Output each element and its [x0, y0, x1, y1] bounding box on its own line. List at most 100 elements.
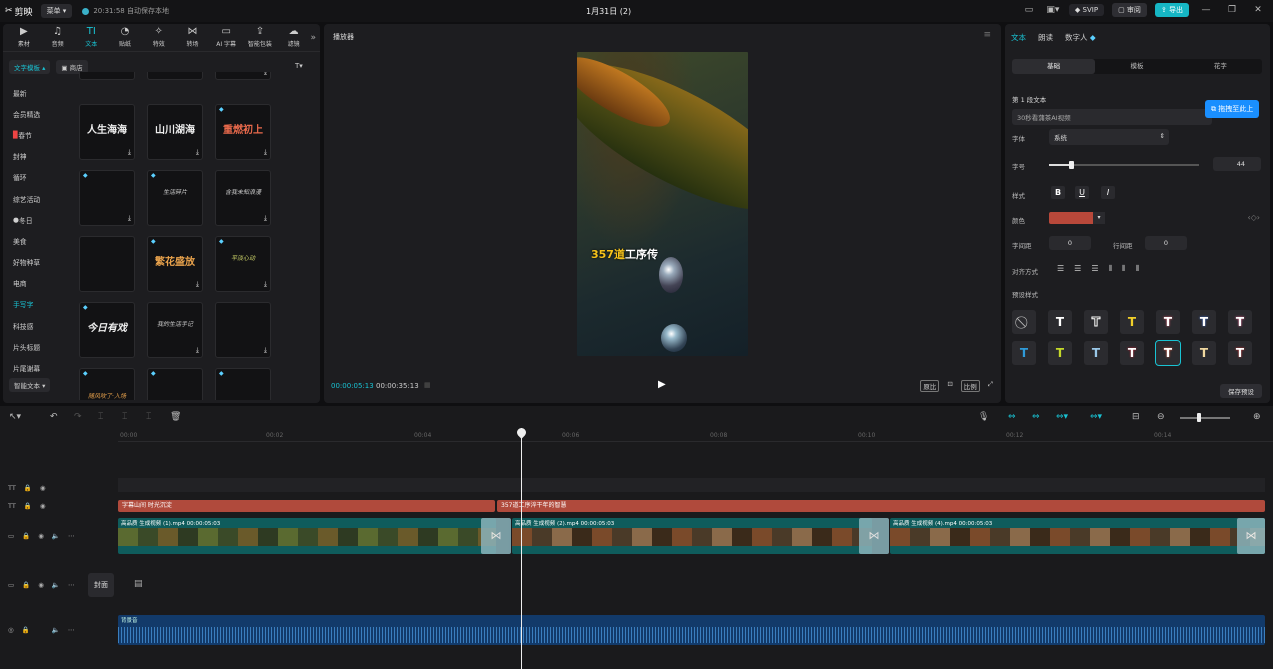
zoom-knob[interactable] — [1197, 413, 1201, 422]
preset-style[interactable]: T — [1120, 310, 1144, 334]
category-item[interactable]: ● 冬日 — [13, 209, 73, 230]
category-item[interactable]: ▉ 春节 — [13, 124, 73, 145]
template-card[interactable]: ◆ 重燃初上 ⤓ — [215, 104, 271, 160]
category-item[interactable]: 片头标题 — [13, 336, 73, 357]
transition-icon[interactable]: ⋈ — [481, 518, 511, 554]
letter-spacing-input[interactable]: 0 — [1049, 236, 1091, 250]
template-card[interactable] — [79, 236, 135, 292]
delete-icon[interactable]: 🗑 — [170, 412, 181, 422]
fit-icon[interactable]: ⊟ — [1132, 412, 1140, 422]
tab-text-inspector[interactable]: 文本 — [1011, 32, 1026, 43]
template-card[interactable] — [79, 72, 135, 80]
svip-button[interactable]: ◆ SVIP — [1068, 4, 1105, 16]
category-item[interactable]: 片尾谢幕 — [13, 357, 73, 378]
tab-text[interactable]: TI 文本 — [74, 26, 108, 49]
more-tabs-icon[interactable]: » — [310, 33, 316, 43]
category-item[interactable]: 电商 — [13, 273, 73, 294]
shortcut-icon[interactable]: ▭ — [1021, 3, 1037, 17]
tab-sticker[interactable]: ◔ 贴纸 — [108, 26, 142, 49]
close-icon[interactable]: ✕ — [1249, 5, 1267, 15]
template-card[interactable]: 山川湖海 ⤓ — [147, 104, 203, 160]
lock-icon[interactable]: 🔒 — [22, 532, 30, 540]
template-card[interactable]: ◆ 繁花盛放 ⤓ — [147, 236, 203, 292]
split-icon[interactable]: ⌶ — [98, 412, 103, 422]
video-clip[interactable]: 高品质 生成视频 (1).mp4 00:00:05:03 — [118, 518, 496, 554]
tab-digital-human[interactable]: 数字人 ◆ — [1065, 32, 1096, 43]
ratio-button[interactable]: 比例 — [960, 380, 980, 392]
time-ruler[interactable]: 00:00 00:02 00:04 00:06 00:08 00:10 00:1… — [118, 430, 1273, 442]
cover-button[interactable]: 封面 — [88, 573, 114, 597]
preset-style-selected[interactable]: T — [1155, 340, 1181, 366]
player-menu-icon[interactable]: ≡ — [983, 30, 991, 40]
zoom-out-icon[interactable]: ⊖ — [1157, 412, 1165, 422]
play-icon[interactable]: ▶ — [658, 379, 666, 390]
align-bottom-icon[interactable]: ⦀ — [1136, 264, 1140, 274]
color-dropdown-icon[interactable]: ▾ — [1093, 212, 1105, 224]
volume-icon[interactable]: 🔈 — [52, 581, 60, 589]
category-item[interactable]: 综艺活动 — [13, 188, 73, 209]
preset-style[interactable]: T — [1048, 310, 1072, 334]
preview-axis-icon[interactable]: ⇔▾ — [1090, 412, 1102, 422]
download-icon[interactable]: ⤓ — [264, 280, 267, 289]
category-item[interactable]: 手写字 — [13, 294, 73, 315]
zoom-slider[interactable] — [1180, 417, 1230, 419]
select-tool-icon[interactable]: ↖▾ — [9, 412, 21, 422]
eye-icon[interactable]: ◉ — [38, 532, 44, 540]
preset-style[interactable]: T — [1084, 310, 1108, 334]
split-right-icon[interactable]: ⌶ — [146, 412, 151, 422]
preset-style[interactable]: T — [1228, 341, 1252, 365]
transition-icon[interactable]: ⋈ — [859, 518, 889, 554]
template-card[interactable]: 含我未知浪漫 ⤓ — [215, 170, 271, 226]
linkage-icon[interactable]: ⇔▾ — [1056, 412, 1068, 422]
category-item[interactable]: 会员精选 — [13, 103, 73, 124]
category-item[interactable]: 封神 — [13, 146, 73, 167]
lock-icon[interactable]: 🔒 — [24, 484, 32, 492]
playhead[interactable] — [521, 428, 522, 669]
timeline-grid-icon[interactable]: ▦ — [424, 381, 431, 389]
bold-button[interactable]: B — [1051, 186, 1065, 199]
tab-smart-pack[interactable]: ⇪ 智能包装 — [243, 26, 277, 49]
tab-effects[interactable]: ✧ 特效 — [142, 26, 176, 49]
preview-subtitle[interactable]: 357道工序传 — [591, 246, 658, 262]
template-card[interactable]: ◆ 随风吹了·入场 — [79, 368, 135, 400]
slider-knob[interactable] — [1069, 161, 1074, 169]
fullscreen-icon[interactable]: ⤢ — [988, 380, 993, 392]
tab-media[interactable]: ▶ 素材 — [7, 26, 41, 49]
category-item[interactable]: 好物种草 — [13, 252, 73, 273]
text-clip[interactable]: 字幕山间 时光沉淀 — [118, 500, 495, 512]
download-icon[interactable]: ⤓ — [196, 148, 199, 157]
download-icon[interactable]: ⤓ — [196, 280, 199, 289]
tab-ai-subtitle[interactable]: ▭ AI 字幕 — [209, 26, 243, 49]
template-card[interactable]: ◆ 生活碎片 — [147, 170, 203, 226]
sort-dropdown[interactable]: T▾ — [295, 62, 303, 70]
redo-icon[interactable]: ↷ — [74, 412, 82, 422]
eye-icon[interactable]: ◉ — [40, 502, 46, 510]
more-icon[interactable]: ⋯ — [68, 532, 75, 540]
fullscreen-crop-icon[interactable]: ⊡ — [947, 380, 952, 392]
split-left-icon[interactable]: ⌶ — [122, 412, 127, 422]
text-clip[interactable]: 357道工序淬干年的智慧 — [497, 500, 1265, 512]
main-track-magnet-icon[interactable]: ⇔ — [1008, 412, 1016, 422]
download-icon[interactable]: ⤓ — [264, 148, 267, 157]
download-icon[interactable]: ⤓ — [128, 148, 131, 157]
preset-style[interactable]: T — [1084, 341, 1108, 365]
volume-icon[interactable]: 🔈 — [52, 532, 60, 540]
preset-style[interactable]: T — [1048, 341, 1072, 365]
download-icon[interactable]: ⤓ — [264, 214, 267, 223]
underline-button[interactable]: U — [1075, 186, 1089, 199]
record-icon[interactable]: 🎙 — [978, 412, 989, 422]
template-card[interactable]: ◆ 平淡心动 ⤓ — [215, 236, 271, 292]
preset-style[interactable]: T — [1012, 341, 1036, 365]
zoom-in-icon[interactable]: ⊕ — [1253, 412, 1261, 422]
eye-icon[interactable]: ◉ — [38, 581, 44, 589]
align-left-icon[interactable]: ☰ — [1057, 264, 1064, 274]
segment-template[interactable]: 模板 — [1095, 59, 1178, 74]
more-icon[interactable]: ⋯ — [68, 626, 75, 634]
audio-clip[interactable]: 背景音 — [118, 615, 1265, 645]
more-icon[interactable]: ⋯ — [68, 581, 75, 589]
video-clip[interactable]: 高品质 生成视频 (2).mp4 00:00:05:03 — [512, 518, 872, 554]
review-button[interactable]: ▢ 审阅 — [1112, 3, 1147, 17]
video-preview[interactable]: 357道工序传 — [577, 52, 748, 356]
eye-icon[interactable]: ◉ — [40, 484, 46, 492]
template-card[interactable]: ⤓ — [215, 302, 271, 358]
